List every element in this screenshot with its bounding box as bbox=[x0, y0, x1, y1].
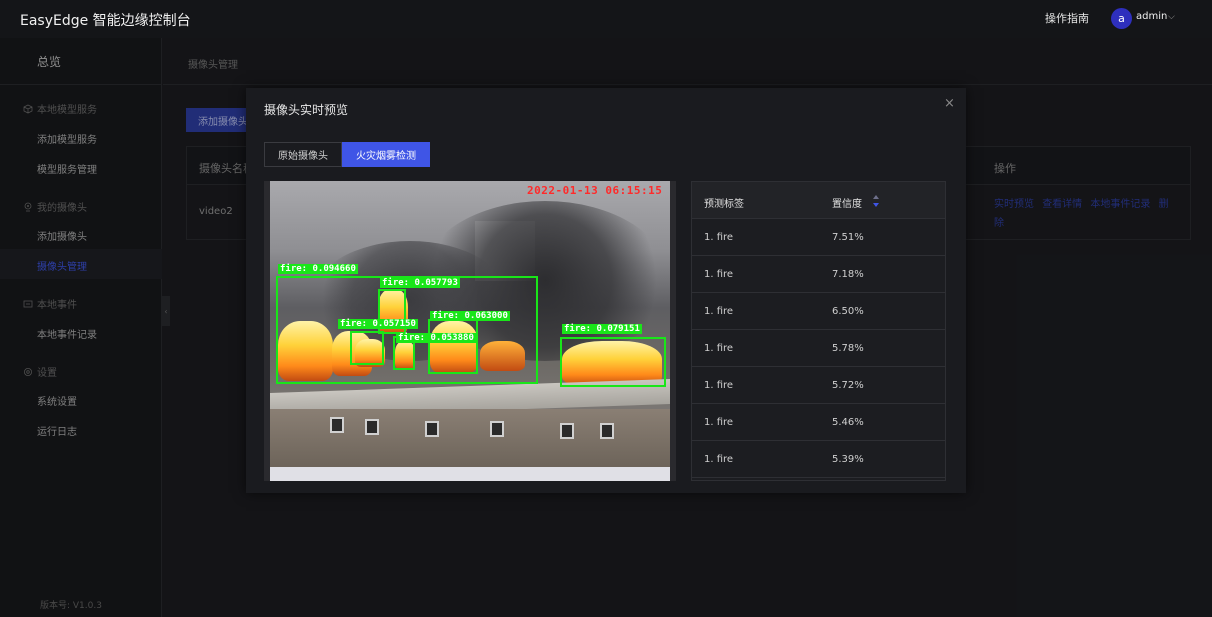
prediction-label-cell: 1. fire bbox=[704, 269, 734, 280]
table-row: 1. fire 6.50% bbox=[692, 293, 945, 330]
tab-raw-camera[interactable]: 原始摄像头 bbox=[264, 142, 342, 167]
prediction-label-cell: 1. fire bbox=[704, 380, 734, 391]
prediction-table: 预测标签 置信度 1. fire 7.51% 1. fire 7.18% 1. fire… bbox=[691, 181, 946, 481]
window bbox=[600, 423, 614, 439]
table-header: 预测标签 置信度 bbox=[692, 182, 945, 219]
confidence-cell: 5.78% bbox=[832, 343, 864, 354]
confidence-cell: 5.46% bbox=[832, 417, 864, 428]
detection-box bbox=[428, 319, 478, 374]
video-timestamp: 2022-01-13 06:15:15 bbox=[527, 184, 663, 197]
modal-title: 摄像头实时预览 bbox=[264, 103, 349, 117]
table-row: 1. fire 5.78% bbox=[692, 330, 945, 367]
camera-frame: 2022-01-13 06:15:15 fire: 0.094660 fire:… bbox=[270, 181, 670, 481]
sort-icon[interactable] bbox=[872, 194, 880, 208]
preview-modal: 摄像头实时预览 × 原始摄像头 火灾烟雾检测 2022-01-13 06:15:… bbox=[246, 88, 966, 493]
avatar[interactable]: a bbox=[1111, 8, 1132, 29]
video-preview: 2022-01-13 06:15:15 fire: 0.094660 fire:… bbox=[264, 181, 676, 481]
confidence-cell: 7.51% bbox=[832, 232, 864, 243]
window bbox=[365, 419, 379, 435]
top-bar: EasyEdge 智能边缘控制台 操作指南 a admin ⌵ bbox=[0, 0, 1212, 38]
confidence-cell: 7.18% bbox=[832, 269, 864, 280]
detection-label: fire: 0.063000 bbox=[430, 311, 510, 321]
prediction-label-cell: 1. fire bbox=[704, 343, 734, 354]
detection-box bbox=[350, 331, 384, 365]
column-header-label: 预测标签 bbox=[704, 199, 744, 210]
ground bbox=[270, 467, 670, 481]
detection-label: fire: 0.057150 bbox=[338, 319, 418, 329]
detection-label: fire: 0.094660 bbox=[278, 264, 358, 274]
prediction-label-cell: 1. fire bbox=[704, 454, 734, 465]
detection-label: fire: 0.079151 bbox=[562, 324, 642, 334]
confidence-cell: 6.50% bbox=[832, 306, 864, 317]
table-row: 1. fire 7.51% bbox=[692, 219, 945, 256]
building-wall bbox=[270, 409, 670, 471]
chevron-down-icon[interactable]: ⌵ bbox=[1168, 12, 1175, 22]
table-row: 1. fire 5.46% bbox=[692, 404, 945, 441]
prediction-label-cell: 1. fire bbox=[704, 306, 734, 317]
tab-fire-detection[interactable]: 火灾烟雾检测 bbox=[342, 142, 430, 167]
confidence-cell: 5.39% bbox=[832, 454, 864, 465]
table-row: 1. fire 5.39% bbox=[692, 441, 945, 478]
window bbox=[490, 421, 504, 437]
detection-box bbox=[560, 337, 666, 387]
user-name[interactable]: admin bbox=[1136, 11, 1167, 22]
guide-link[interactable]: 操作指南 bbox=[1045, 10, 1089, 26]
window bbox=[560, 423, 574, 439]
close-icon[interactable]: × bbox=[944, 96, 955, 111]
window bbox=[330, 417, 344, 433]
prediction-label-cell: 1. fire bbox=[704, 417, 734, 428]
table-row: 1. fire 5.72% bbox=[692, 367, 945, 404]
detection-label: fire: 0.057793 bbox=[380, 278, 460, 288]
prediction-label-cell: 1. fire bbox=[704, 232, 734, 243]
brand-title: EasyEdge 智能边缘控制台 bbox=[20, 13, 191, 29]
confidence-cell: 5.72% bbox=[832, 380, 864, 391]
column-header-confidence: 置信度 bbox=[832, 199, 862, 210]
detection-label: fire: 0.053880 bbox=[396, 333, 476, 343]
window bbox=[425, 421, 439, 437]
table-row: 1. fire 7.18% bbox=[692, 256, 945, 293]
